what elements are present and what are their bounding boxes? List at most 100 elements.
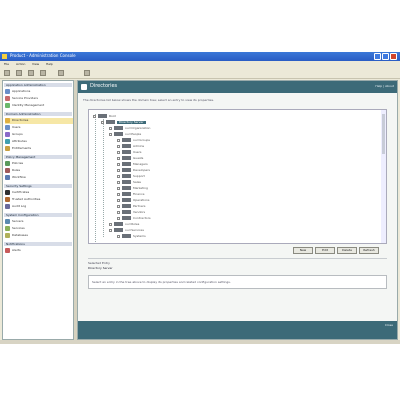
expand-icon[interactable] [117,145,120,148]
expand-icon[interactable] [117,205,120,208]
panel-header: Directories Help | About [78,81,397,93]
tree-node-label: Guests [133,156,144,160]
minimize-button[interactable] [374,53,381,60]
sidebar-item-databases[interactable]: Databases [5,233,73,239]
menu-action[interactable]: Action [16,63,25,66]
back-icon[interactable] [4,70,10,76]
sidebar-group-header[interactable]: System Configuration [4,213,72,217]
sidebar-item-service-providers[interactable]: Service Providers [5,96,73,102]
maximize-button[interactable] [382,53,389,60]
sidebar-group-header[interactable]: Policy Management [4,155,72,159]
sidebar-item-directories[interactable]: Directories [5,118,73,124]
expand-icon[interactable] [109,133,112,136]
refresh-icon[interactable] [28,70,34,76]
expand-icon[interactable] [117,193,120,196]
sidebar-item-trusted-authorities[interactable]: Trusted Authorities [5,197,73,203]
expand-icon[interactable] [93,115,96,118]
expand-icon[interactable] [117,235,120,238]
panel-description: The directories list below shows the dom… [83,98,214,102]
node-icon [114,222,123,226]
sidebar-group-header[interactable]: Security Settings [4,184,72,188]
sidebar-item-policies[interactable]: Policies [5,161,73,167]
sidebar-item-servers[interactable]: Servers [5,219,73,225]
scrollbar-thumb[interactable] [382,114,385,154]
node-icon [114,126,123,130]
forward-icon[interactable] [16,70,22,76]
expand-icon[interactable] [117,139,120,142]
edit-button[interactable]: Edit [315,247,335,254]
sidebar-group-header[interactable]: Notifications [4,242,72,246]
node-icon [122,162,131,166]
sidebar-item-applications[interactable]: Applications [5,89,73,95]
menu-bar: File Action View Help [0,61,400,68]
menu-help[interactable]: Help [46,63,53,66]
tree-node-label: Contractors [133,216,151,220]
directories-icon [81,84,87,90]
node-icon [122,138,131,142]
sidebar-item-entitlements[interactable]: Entitlements [5,146,73,152]
sidebar-item-label: Entitlements [12,146,32,150]
properties-icon[interactable] [58,70,64,76]
sidebar-item-label: Servers [12,219,24,223]
sidebar-item-users[interactable]: Users [5,125,73,131]
node-icon [122,186,131,190]
sidebar-item-label: Service Providers [12,96,38,100]
expand-icon[interactable] [109,127,112,130]
tree-node-label: Developers [133,168,150,172]
delete-button[interactable]: Delete [337,247,357,254]
expand-icon[interactable] [117,169,120,172]
tree-scrollbar[interactable] [381,110,386,243]
sidebar-item-label: Rules [12,168,21,172]
up-icon[interactable] [40,70,46,76]
sidebar-item-identity-management[interactable]: Identity Management [5,103,73,109]
title-bar[interactable]: Product - Administration Console [0,52,400,61]
sidebar-item-attributes[interactable]: Attributes [5,139,73,145]
expand-icon[interactable] [109,223,112,226]
sidebar-group-header[interactable]: Application Administration [4,83,72,87]
menu-view[interactable]: View [32,63,39,66]
sidebar-item-rules[interactable]: Rules [5,168,73,174]
main-panel: Directories Help | About The directories… [77,80,398,340]
users-icon [5,125,10,130]
node-icon [122,216,131,220]
node-icon [122,174,131,178]
help-icon[interactable] [84,70,90,76]
tree-node-label: Users [133,150,142,154]
sidebar-item-services[interactable]: Services [5,226,73,232]
applications-icon [5,89,10,94]
directory-tree[interactable]: Root Directory Server ou=Organization ou=Pe… [88,109,387,244]
expand-icon[interactable] [117,151,120,154]
expand-icon[interactable] [117,175,120,178]
sidebar-item-groups[interactable]: Groups [5,132,73,138]
tree-node-label: Marketing [133,186,148,190]
node-icon [122,210,131,214]
sidebar-item-alerts[interactable]: Alerts [5,248,73,254]
expand-icon[interactable] [117,217,120,220]
menu-file[interactable]: File [4,63,9,66]
tree-actions: New Edit Delete Refresh [78,247,397,254]
close-button[interactable] [390,53,397,60]
expand-icon[interactable] [117,199,120,202]
info-box: Select an entry in the tree above to dis… [88,275,387,289]
node-icon [122,204,131,208]
application-window: Product - Administration Console File Ac… [0,52,400,344]
groups-icon [5,132,10,137]
expand-icon[interactable] [109,229,112,232]
refresh-button[interactable]: Refresh [359,247,379,254]
sidebar-group-header[interactable]: Domain Administration [4,112,72,116]
sidebar-item-certificates[interactable]: Certificates [5,190,73,196]
divider [88,258,387,259]
expand-icon[interactable] [117,157,120,160]
tree-node-label: Operations [133,198,150,202]
expand-icon[interactable] [117,163,120,166]
header-link[interactable]: Help | About [375,85,394,88]
footer-close-link[interactable]: Close [385,324,393,327]
node-icon [122,180,131,184]
expand-icon[interactable] [117,187,120,190]
expand-icon[interactable] [117,181,120,184]
expand-icon[interactable] [101,121,104,124]
expand-icon[interactable] [117,211,120,214]
sidebar-item-audit-log[interactable]: Audit Log [5,204,73,210]
sidebar-item-workflow[interactable]: Workflow [5,175,73,181]
new-button[interactable]: New [293,247,313,254]
